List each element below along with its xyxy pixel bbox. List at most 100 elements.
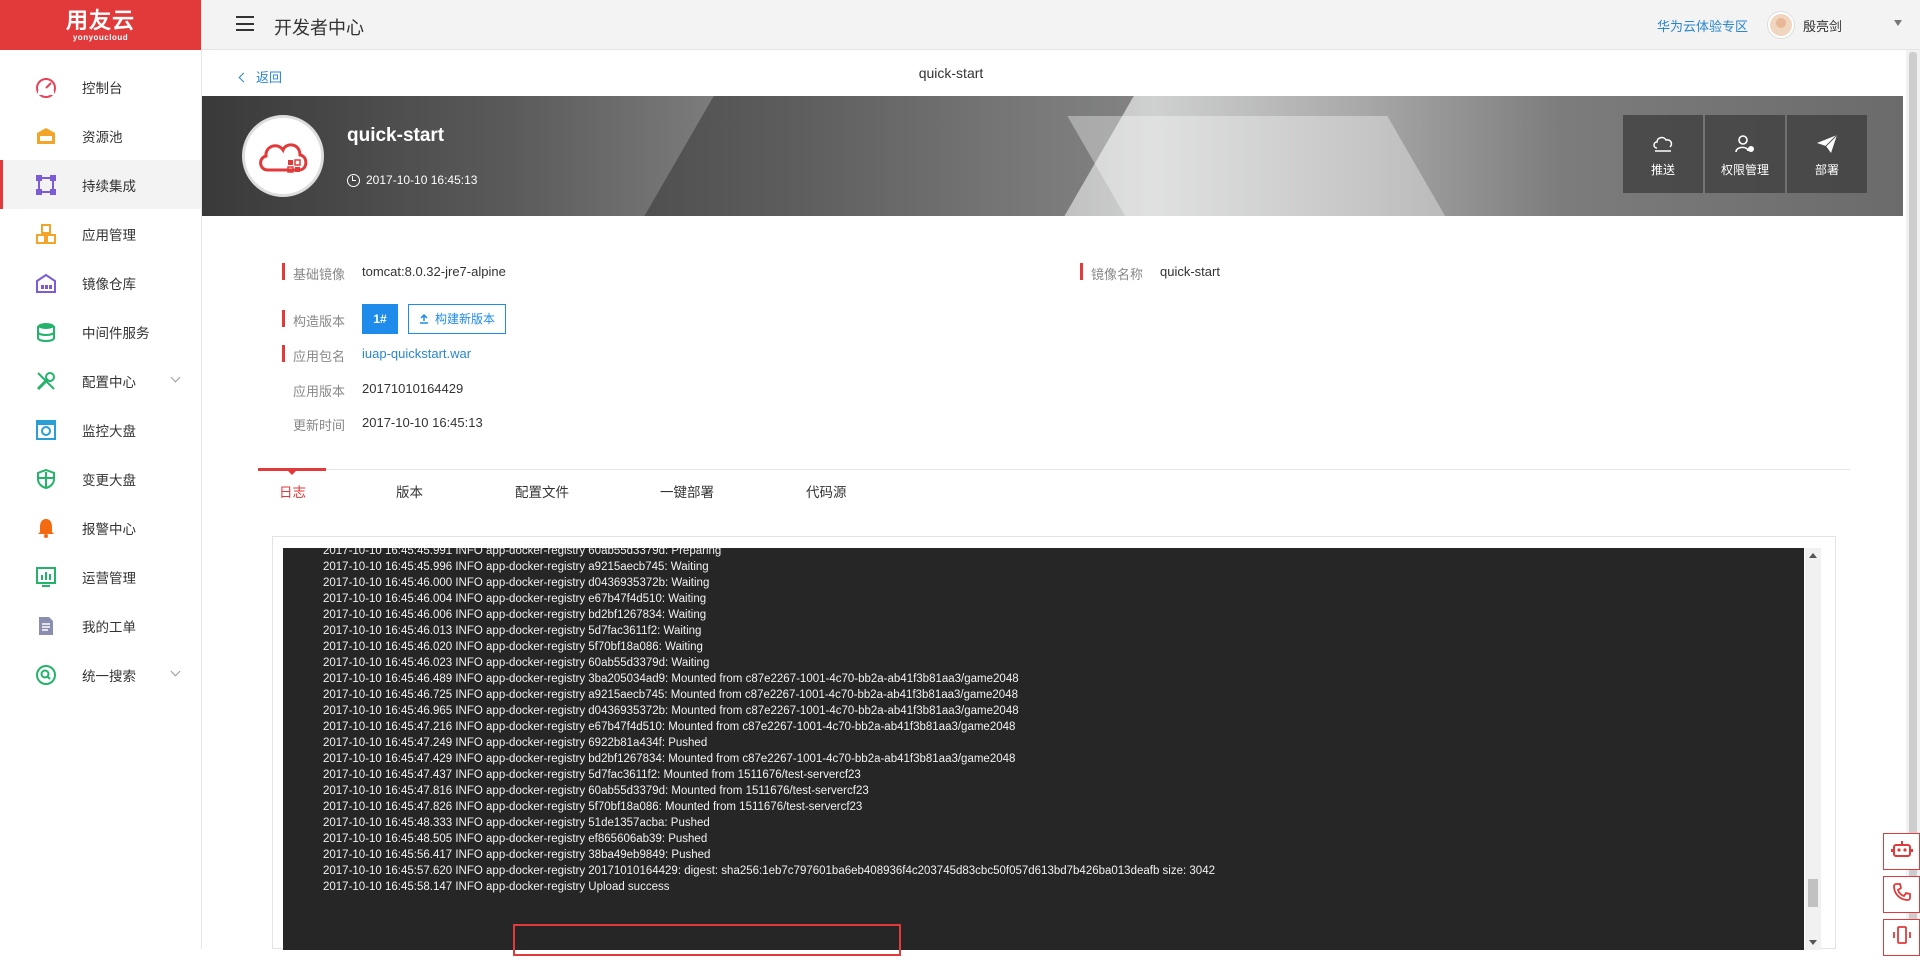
- log-line: 2017-10-10 16:45:48.505 INFO app-docker-…: [323, 831, 1215, 847]
- tab-config-files[interactable]: 配置文件: [515, 481, 569, 501]
- sidebar-item-label: 变更大盘: [82, 469, 136, 489]
- deploy-label: 部署: [1787, 161, 1867, 178]
- sidebar-item-middleware[interactable]: 中间件服务: [0, 307, 201, 356]
- update-time-value: 2017-10-10 16:45:13: [362, 415, 483, 430]
- tab-versions[interactable]: 版本: [396, 481, 423, 501]
- push-button[interactable]: 推送: [1623, 115, 1703, 193]
- log-line: 2017-10-10 16:45:47.437 INFO app-docker-…: [323, 767, 1215, 783]
- sidebar-item-config-center[interactable]: 配置中心: [0, 356, 201, 405]
- log-line: 2017-10-10 16:45:46.020 INFO app-docker-…: [323, 639, 1215, 655]
- sidebar-item-label: 统一搜索: [82, 665, 136, 685]
- log-line: 2017-10-10 16:45:46.965 INFO app-docker-…: [323, 703, 1215, 719]
- header-title: 开发者中心: [274, 14, 364, 40]
- mobile-icon: [1892, 925, 1912, 950]
- sidebar-item-unified-search[interactable]: 统一搜索: [0, 650, 201, 699]
- sidebar-item-alarm[interactable]: 报警中心: [0, 503, 201, 552]
- app-cloud-logo-icon: [242, 115, 324, 197]
- sidebar-item-label: 资源池: [82, 126, 123, 146]
- version-badge[interactable]: 1#: [362, 304, 398, 334]
- bell-icon: [34, 516, 58, 540]
- log-line: 2017-10-10 16:45:47.216 INFO app-docker-…: [323, 719, 1215, 735]
- sidebar-item-label: 应用管理: [82, 224, 136, 244]
- robot-button[interactable]: [1883, 833, 1920, 870]
- build-version-label: 构造版本: [282, 311, 345, 330]
- image-name-label: 镜像名称: [1080, 264, 1143, 283]
- sidebar-item-monitor[interactable]: 监控大盘: [0, 405, 201, 454]
- sidebar-item-label: 运营管理: [82, 567, 136, 587]
- app-name: quick-start: [347, 125, 444, 147]
- sidebar-nav: 控制台 资源池 持续集成 应用管理 镜像仓库: [0, 50, 201, 699]
- mobile-button[interactable]: [1883, 919, 1920, 956]
- base-image-value: tomcat:8.0.32-jre7-alpine: [362, 264, 506, 279]
- sidebar-item-label: 我的工单: [82, 616, 136, 636]
- permission-label: 权限管理: [1705, 161, 1785, 178]
- avatar[interactable]: [1768, 12, 1794, 38]
- log-line: 2017-10-10 16:45:47.249 INFO app-docker-…: [323, 735, 1215, 751]
- huawei-zone-link[interactable]: 华为云体验专区: [1657, 16, 1748, 35]
- log-console[interactable]: 2017-10-10 16:45:45.991 INFO app-docker-…: [283, 548, 1804, 950]
- chevron-down-icon[interactable]: [171, 667, 181, 677]
- base-image-label: 基础镜像: [282, 264, 345, 283]
- phone-button[interactable]: [1883, 876, 1920, 913]
- continuous-integration-icon: [34, 173, 58, 197]
- sidebar-item-label: 监控大盘: [82, 420, 136, 440]
- tab-one-click-deploy[interactable]: 一键部署: [660, 481, 714, 501]
- upload-icon: [419, 306, 429, 316]
- log-panel: 2017-10-10 16:45:45.991 INFO app-docker-…: [272, 536, 1836, 949]
- sidebar-item-app-management[interactable]: 应用管理: [0, 209, 201, 258]
- chevron-down-icon[interactable]: [171, 373, 181, 383]
- log-scrollbar[interactable]: [1805, 548, 1821, 950]
- main-content: 返回 quick-start quick-start 2017-10-10 16…: [202, 50, 1920, 949]
- paper-plane-icon: [1787, 131, 1867, 157]
- phone-icon: [1892, 882, 1912, 907]
- sidebar-item-operations[interactable]: 运营管理: [0, 552, 201, 601]
- user-permission-icon: [1705, 131, 1785, 157]
- sidebar-item-ci[interactable]: 持续集成: [0, 160, 201, 209]
- log-line: 2017-10-10 16:45:45.996 INFO app-docker-…: [323, 559, 1215, 575]
- sidebar-item-change-board[interactable]: 变更大盘: [0, 454, 201, 503]
- update-time-label: 更新时间: [293, 415, 345, 434]
- username[interactable]: 殷亮剑: [1803, 16, 1842, 35]
- resource-pool-icon: [34, 124, 58, 148]
- caret-down-icon[interactable]: [1894, 20, 1902, 26]
- permission-button[interactable]: 权限管理: [1705, 115, 1785, 193]
- log-line: 2017-10-10 16:45:57.620 INFO app-docker-…: [323, 863, 1215, 879]
- clock-icon: [347, 174, 360, 187]
- page-title: quick-start: [202, 65, 1700, 81]
- sidebar-item-label: 报警中心: [82, 518, 136, 538]
- tab-logs[interactable]: 日志: [279, 481, 306, 501]
- floating-actions: [1883, 833, 1920, 962]
- shield-icon: [34, 467, 58, 491]
- banner-actions: 推送 权限管理 部署: [1621, 115, 1867, 193]
- monitor-icon: [34, 418, 58, 442]
- robot-icon: [1891, 839, 1913, 864]
- deploy-button[interactable]: 部署: [1787, 115, 1867, 193]
- detail-tabs: 日志 版本 配置文件 一键部署 代码源: [258, 469, 1850, 513]
- document-icon: [34, 614, 58, 638]
- log-line: 2017-10-10 16:45:45.991 INFO app-docker-…: [323, 548, 1215, 559]
- scroll-thumb[interactable]: [1808, 879, 1818, 907]
- log-line: 2017-10-10 16:45:47.826 INFO app-docker-…: [323, 799, 1215, 815]
- package-link[interactable]: iuap-quickstart.war: [362, 346, 471, 361]
- push-label: 推送: [1623, 161, 1703, 178]
- brand-name-en: yonyoucloud: [0, 33, 201, 43]
- sidebar-item-my-tickets[interactable]: 我的工单: [0, 601, 201, 650]
- image-warehouse-icon: [34, 271, 58, 295]
- sidebar-item-label: 配置中心: [82, 371, 136, 391]
- scroll-down-arrow-icon[interactable]: [1809, 940, 1817, 945]
- page-scrollbar[interactable]: [1906, 50, 1920, 949]
- brand-logo[interactable]: 用友云 yonyoucloud: [0, 0, 201, 50]
- cloud-push-icon: [1623, 131, 1703, 157]
- sidebar: 用友云 yonyoucloud 控制台 资源池 持续集成 应用管理: [0, 0, 202, 949]
- sidebar-item-dashboard[interactable]: 控制台: [0, 62, 201, 111]
- tab-code-source[interactable]: 代码源: [806, 481, 847, 501]
- menu-toggle-icon[interactable]: [236, 16, 254, 31]
- build-new-version-button[interactable]: 构建新版本: [408, 304, 506, 334]
- log-line: 2017-10-10 16:45:47.429 INFO app-docker-…: [323, 751, 1215, 767]
- sidebar-item-resource-pool[interactable]: 资源池: [0, 111, 201, 160]
- app-version-value: 20171010164429: [362, 381, 463, 396]
- log-line: 2017-10-10 16:45:56.417 INFO app-docker-…: [323, 847, 1215, 863]
- scroll-up-arrow-icon[interactable]: [1809, 553, 1817, 558]
- log-line: 2017-10-10 16:45:46.013 INFO app-docker-…: [323, 623, 1215, 639]
- sidebar-item-image-repo[interactable]: 镜像仓库: [0, 258, 201, 307]
